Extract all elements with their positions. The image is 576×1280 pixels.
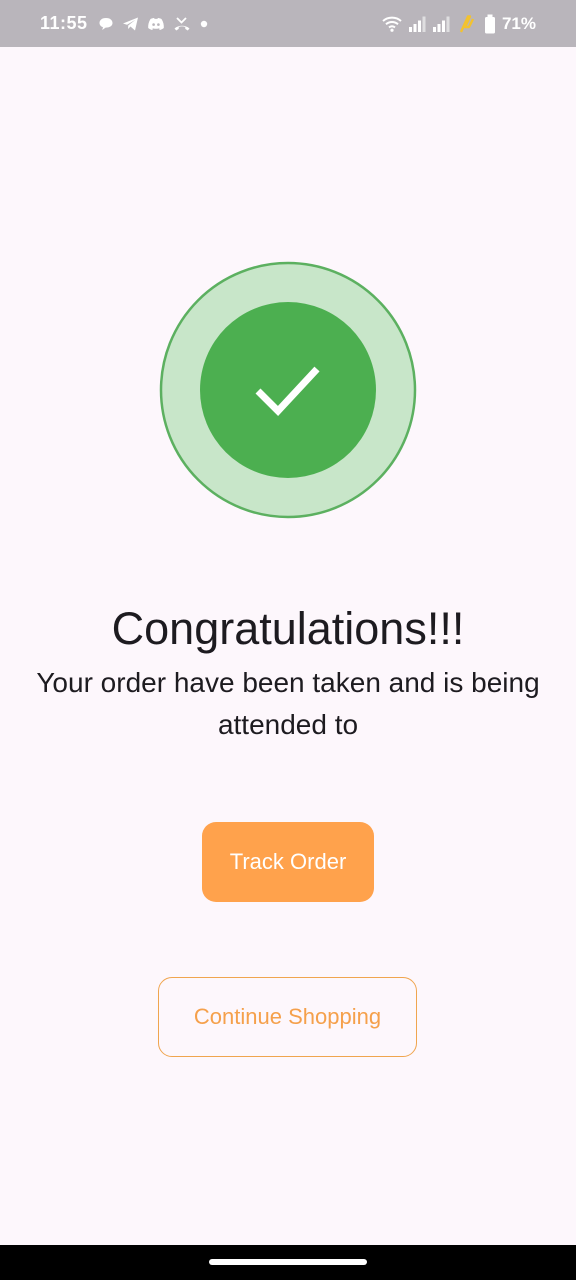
status-time: 11:55 [40, 13, 88, 33]
signal-icon [432, 15, 450, 33]
wifi-icon [382, 15, 402, 33]
chat-bubble-icon [98, 16, 114, 32]
discord-icon [147, 17, 165, 32]
navigation-bar [0, 1245, 576, 1280]
system-icons: 71% [382, 12, 536, 36]
telegram-icon [122, 16, 139, 32]
notification-icons [98, 13, 209, 35]
battery-icon [484, 14, 496, 34]
dot-icon [199, 19, 209, 29]
home-indicator[interactable] [209, 1259, 367, 1265]
success-badge [159, 261, 417, 519]
charging-icon [456, 15, 478, 33]
battery-percent: 71% [501, 14, 536, 33]
success-message: Your order have been taken and is being … [36, 667, 540, 740]
status-bar: 11:55 71% [0, 0, 576, 47]
success-title: Congratulations!!! [111, 603, 465, 654]
track-order-button[interactable]: Track Order [202, 822, 374, 902]
missed-call-icon [173, 16, 191, 32]
continue-shopping-button[interactable]: Continue Shopping [158, 977, 417, 1057]
signal-icon [408, 15, 426, 33]
